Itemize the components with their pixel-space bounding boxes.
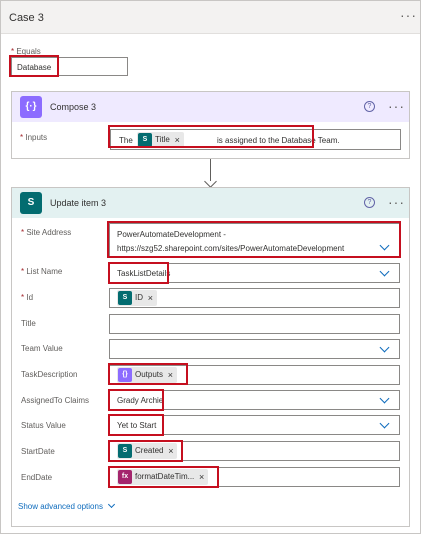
id-token[interactable]: S ID × [117, 290, 157, 306]
highlight-box [108, 414, 164, 436]
chevron-down-icon[interactable] [379, 342, 390, 353]
chevron-down-icon[interactable] [379, 266, 390, 277]
help-icon[interactable]: ? [364, 197, 375, 208]
more-options-icon[interactable]: ··· [388, 195, 405, 209]
inputs-label: * Inputs [20, 133, 48, 142]
help-icon[interactable]: ? [364, 101, 375, 112]
sharepoint-icon: S [20, 192, 42, 214]
task-description-label: TaskDescription [21, 370, 78, 379]
end-date-label: EndDate [21, 473, 53, 482]
start-date-label: StartDate [21, 447, 55, 456]
update-item-card-title: Update item 3 [50, 198, 107, 208]
site-address-label: * Site Address [21, 228, 72, 237]
highlight-box [108, 363, 188, 385]
compose-card-header[interactable]: {·} Compose 3 ? ··· [12, 92, 409, 122]
down-arrow-icon [204, 175, 217, 188]
id-label: * Id [21, 293, 34, 302]
more-options-icon[interactable]: ··· [400, 8, 417, 22]
update-item-card-header[interactable]: S Update item 3 ? ··· [12, 188, 409, 218]
highlight-box [108, 125, 314, 148]
status-value-label: Status Value [21, 421, 66, 430]
sharepoint-icon: S [118, 291, 132, 305]
team-value-dropdown[interactable] [109, 339, 400, 359]
remove-token-icon[interactable]: × [148, 290, 153, 306]
case-header[interactable]: Case 3 ··· [1, 1, 420, 34]
compose-card-title: Compose 3 [50, 102, 97, 112]
highlight-box [108, 389, 164, 411]
highlight-box [108, 440, 183, 462]
highlight-box [108, 466, 219, 488]
highlight-box [108, 262, 169, 284]
curly-braces-icon: {·} [20, 96, 42, 118]
team-value-label: Team Value [21, 344, 63, 353]
chevron-down-icon[interactable] [379, 393, 390, 404]
more-options-icon[interactable]: ··· [388, 99, 405, 113]
assigned-to-label: AssignedTo Claims [21, 396, 90, 405]
show-advanced-options-link[interactable]: Show advanced options [18, 500, 116, 511]
highlight-box [9, 55, 59, 77]
list-name-label: * List Name [21, 267, 63, 276]
title-label: Title [21, 319, 36, 328]
highlight-box [107, 221, 401, 258]
switch-case-container: Case 3 ··· * Equals Database {·} Compose… [0, 0, 421, 534]
id-field[interactable]: S ID × [109, 288, 400, 308]
title-field[interactable] [109, 314, 400, 334]
chevron-down-icon[interactable] [379, 418, 390, 429]
case-title: Case 3 [9, 12, 44, 24]
